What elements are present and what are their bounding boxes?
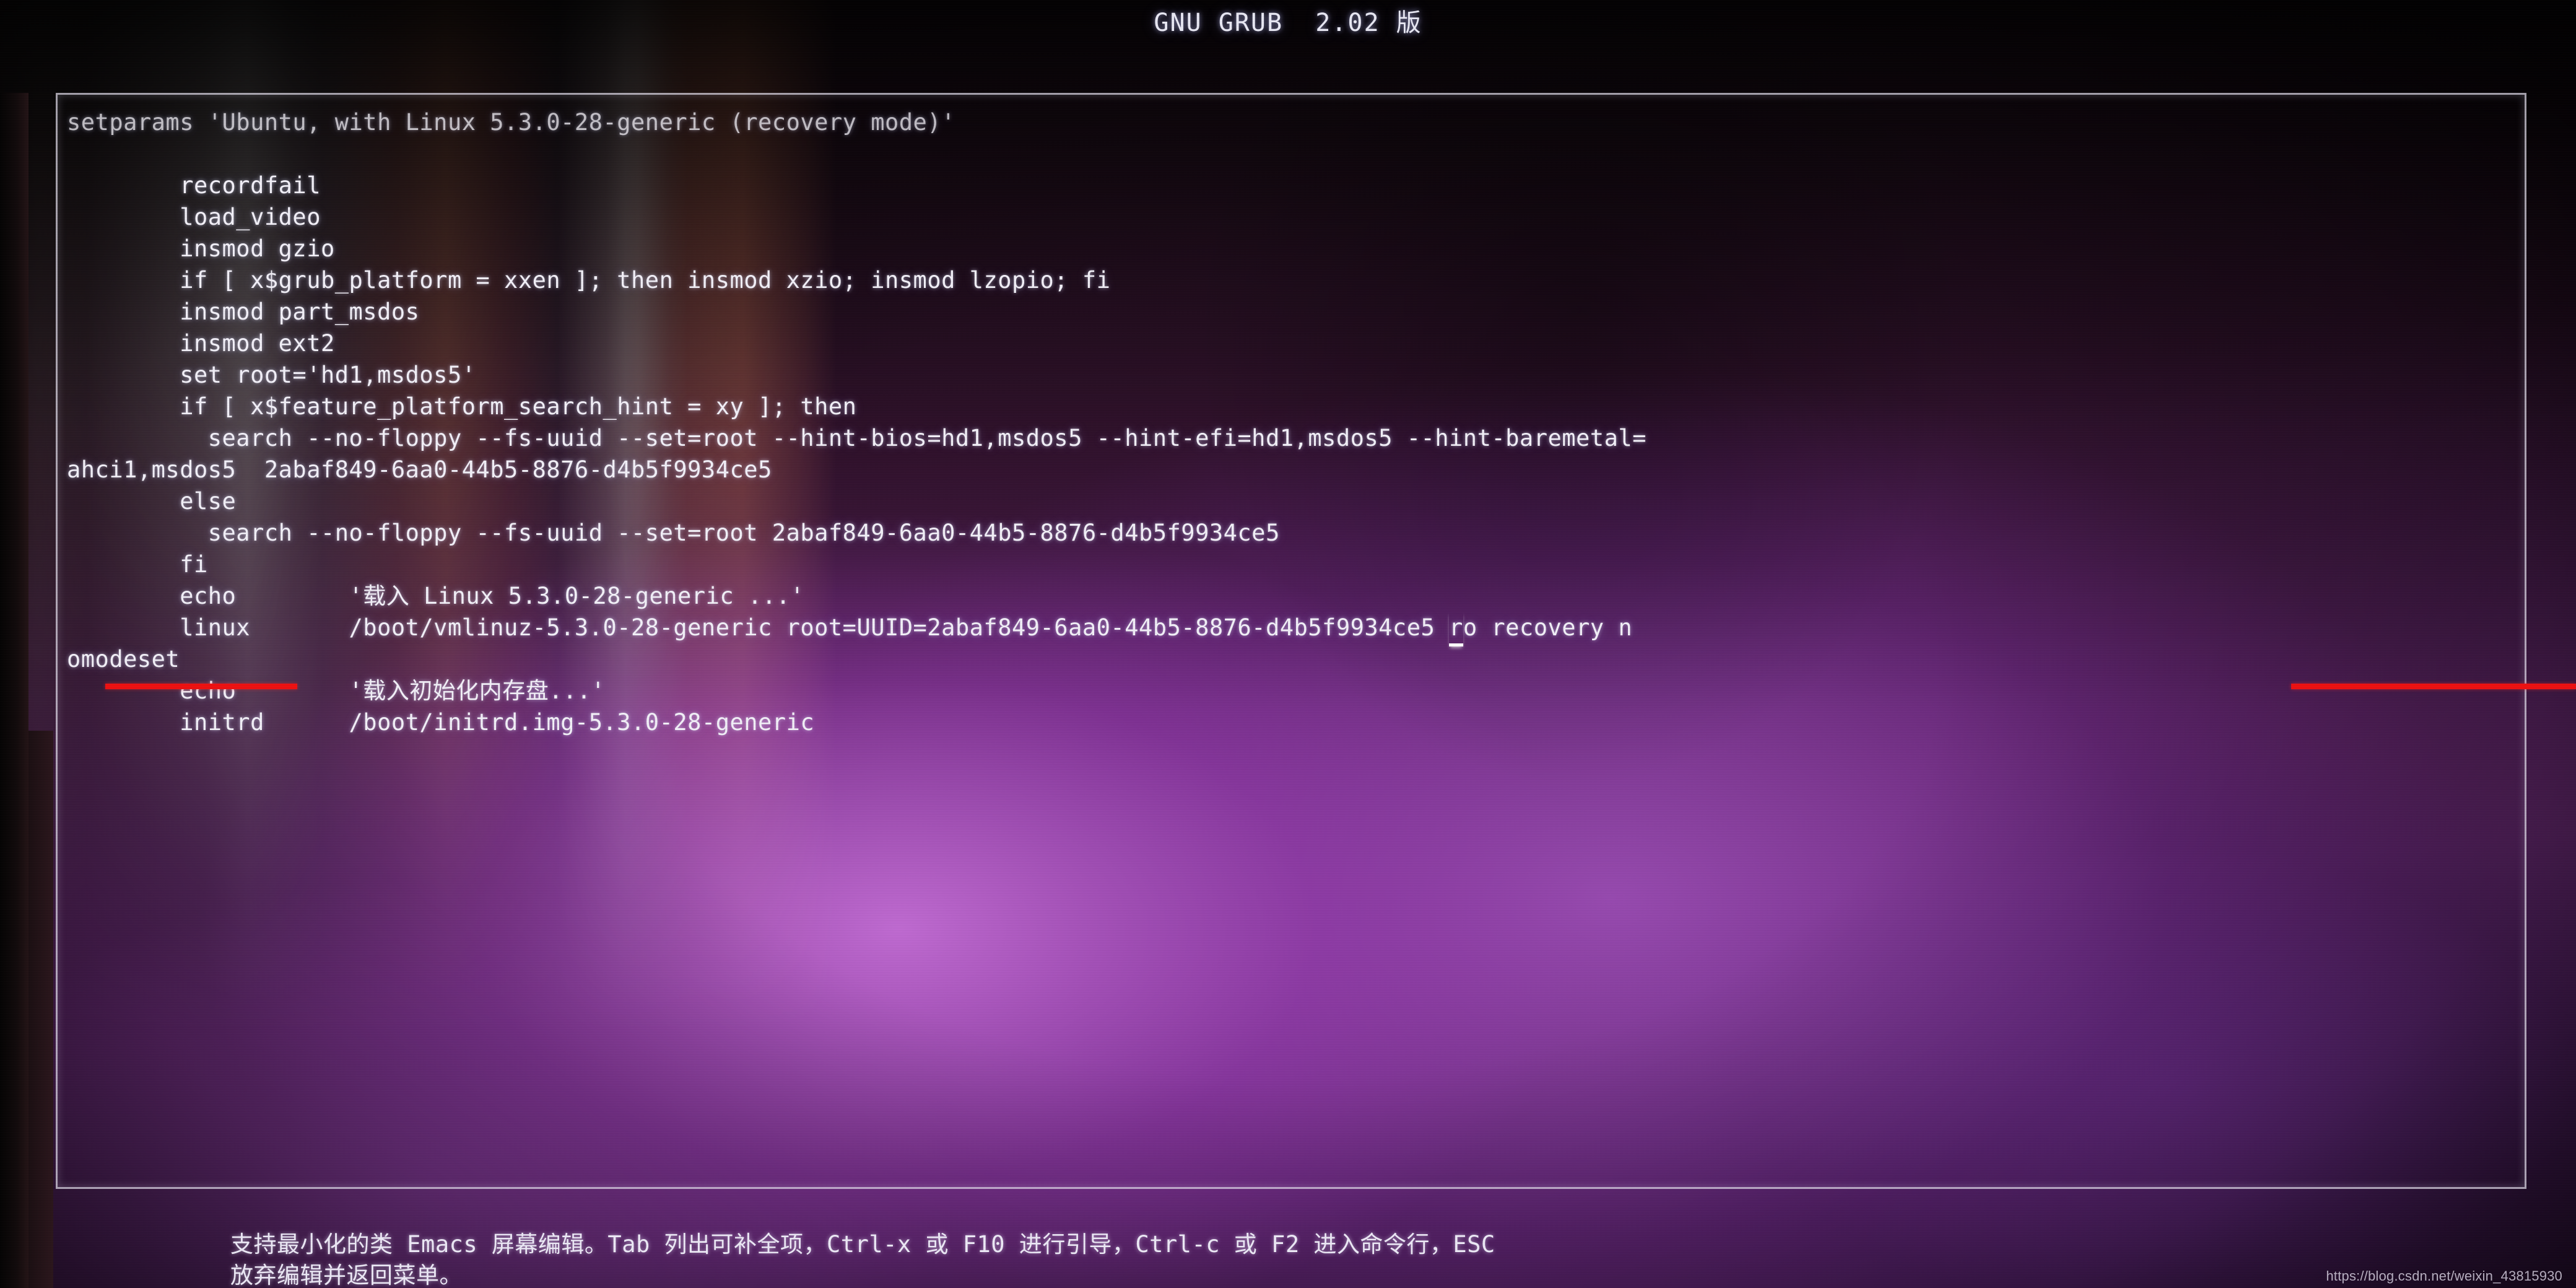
- editor-line: if [ x$grub_platform = xxen ]; then insm…: [67, 267, 1111, 294]
- editor-line: linux /boot/vmlinuz-5.3.0-28-generic roo…: [67, 612, 2576, 646]
- editor-line: insmod part_msdos: [67, 298, 420, 325]
- text-cursor: r: [1449, 612, 1463, 646]
- editor-line: search --no-floppy --fs-uuid --set=root …: [67, 520, 1280, 546]
- editor-line-text: linux /boot/vmlinuz-5.3.0-28-generic roo…: [67, 614, 1450, 641]
- red-annotation-underline-right: [2291, 684, 2576, 689]
- editor-line: setparams 'Ubuntu, with Linux 5.3.0-28-g…: [67, 109, 955, 136]
- photographed-monitor-screen: GNU GRUB 2.02 版 setparams 'Ubuntu, with …: [0, 0, 2576, 1288]
- editor-line: insmod ext2: [67, 330, 335, 357]
- editor-line-text: o recovery n: [1463, 614, 1633, 641]
- editor-line: initrd /boot/initrd.img-5.3.0-28-generic: [67, 709, 815, 736]
- page-title: GNU GRUB 2.02 版: [1154, 9, 1422, 37]
- editor-line: set root='hd1,msdos5': [67, 362, 476, 388]
- editor-line: fi: [67, 551, 208, 578]
- editor-line: echo '载入初始化内存盘...': [67, 677, 606, 704]
- editor-line: load_video: [67, 204, 321, 230]
- editor-line: omodeset: [67, 646, 180, 672]
- editor-line: search --no-floppy --fs-uuid --set=root …: [67, 425, 1647, 451]
- grub-entry-editor[interactable]: setparams 'Ubuntu, with Linux 5.3.0-28-g…: [67, 107, 2576, 738]
- help-footer: 支持最小化的类 Emacs 屏幕编辑。Tab 列出可补全项，Ctrl-x 或 F…: [230, 1231, 1495, 1288]
- editor-line: recordfail: [67, 172, 321, 199]
- editor-line: if [ x$feature_platform_search_hint = xy…: [67, 393, 857, 420]
- editor-line: else: [67, 488, 237, 515]
- watermark-text: https://blog.csdn.net/weixin_43815930: [2326, 1268, 2562, 1284]
- red-annotation-underline-left: [105, 684, 297, 689]
- editor-line: ahci1,msdos5 2abaf849-6aa0-44b5-8876-d4b…: [67, 456, 772, 483]
- editor-line: insmod gzio: [67, 235, 335, 262]
- editor-line: echo '载入 Linux 5.3.0-28-generic ...': [67, 583, 805, 609]
